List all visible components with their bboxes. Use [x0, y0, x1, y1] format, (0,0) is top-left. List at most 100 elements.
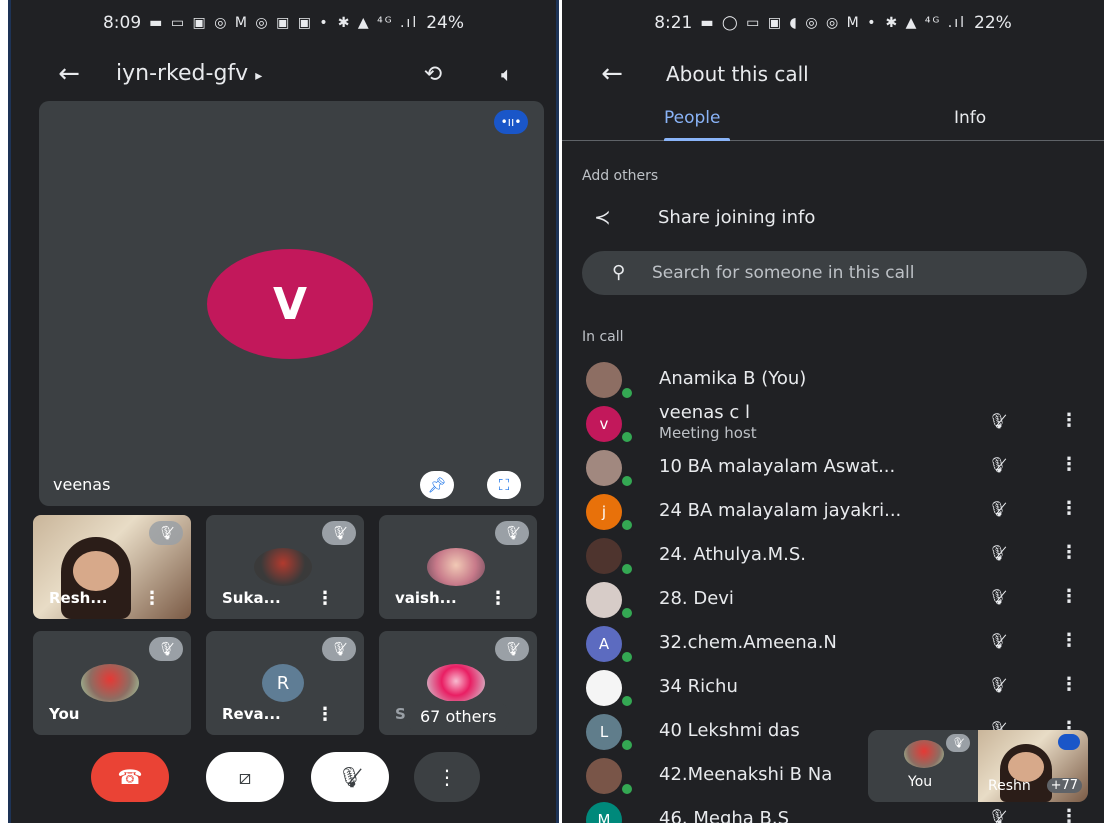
- more-options-button[interactable]: ⋮: [414, 752, 480, 802]
- avatar: V: [207, 249, 373, 359]
- mic-off-icon[interactable]: 🎙︎̸: [988, 588, 1007, 606]
- tile-label: Resh...: [49, 589, 108, 607]
- participant-row[interactable]: j 24 BA malayalam jayakri... 🎙︎̸ ⋮: [562, 490, 1104, 534]
- mic-off-icon[interactable]: 🎙︎̸: [988, 544, 1007, 562]
- signal-icons: ✱ ▲ ⁴ᴳ .ıl: [337, 15, 419, 31]
- participant-tile[interactable]: 🎙︎̸ vaish... ⋮: [379, 515, 537, 619]
- main-speaker-tile[interactable]: •ıı• V veenas 📌︎ ⛶: [39, 101, 544, 506]
- tile-label: vaish...: [395, 589, 457, 607]
- more-options-icon[interactable]: ⋮: [1060, 542, 1078, 563]
- share-joining-info-row[interactable]: ≺ Share joining info: [582, 203, 1084, 239]
- camera-toggle-button[interactable]: ⧄: [206, 752, 284, 802]
- avatar: [586, 670, 622, 706]
- back-arrow-icon[interactable]: ←: [592, 56, 632, 92]
- avatar: [81, 664, 139, 702]
- participant-name: Anamika B (You): [659, 368, 807, 389]
- battery-level: 22%: [974, 13, 1012, 33]
- tab-info[interactable]: Info: [954, 100, 986, 136]
- participant-name: 46. Megha B.S: [659, 808, 790, 823]
- avatar-letter: R: [276, 672, 290, 694]
- status-bar: 8:21 ▬ ◯ ▭ ▣ ◖ ◎ ◎ M • ✱ ▲ ⁴ᴳ .ıl 22%: [562, 0, 1104, 46]
- back-arrow-icon[interactable]: ←: [49, 54, 89, 94]
- avatar: M: [586, 802, 622, 823]
- pip-you-label: You: [908, 774, 933, 790]
- end-call-button[interactable]: ☎︎: [91, 752, 169, 802]
- speaker-icon[interactable]: 🔈︎: [487, 54, 527, 94]
- status-time: 8:09: [102, 13, 142, 33]
- meeting-screen: 8:09 ▬ ▭ ▣ ◎ M ◎ ▣ ▣ • ✱ ▲ ⁴ᴳ .ıl 24% ← …: [8, 0, 559, 823]
- avatar-letter: v: [599, 415, 609, 433]
- more-options-icon[interactable]: ⋮: [1060, 454, 1078, 475]
- avatar: [586, 582, 622, 618]
- pin-icon[interactable]: 📌︎: [420, 471, 454, 499]
- avatar-letter: M: [597, 811, 611, 823]
- participant-name: 28. Devi: [659, 588, 734, 609]
- online-status-icon: [620, 430, 634, 444]
- mic-off-icon[interactable]: 🎙︎̸: [988, 412, 1007, 430]
- tab-people[interactable]: People: [664, 100, 720, 136]
- page-title: About this call: [666, 62, 809, 86]
- participant-row[interactable]: 34 Richu 🎙︎̸ ⋮: [562, 666, 1104, 710]
- search-placeholder: Search for someone in this call: [652, 263, 915, 283]
- more-options-icon[interactable]: ⋮: [489, 588, 507, 609]
- mic-off-icon[interactable]: 🎙︎̸: [988, 808, 1007, 823]
- meeting-code[interactable]: iyn-rked-gfv ▸: [116, 54, 262, 96]
- more-options-icon[interactable]: ⋮: [316, 588, 334, 609]
- more-options-icon[interactable]: ⋮: [1060, 410, 1078, 431]
- mic-off-icon[interactable]: 🎙︎̸: [988, 456, 1007, 474]
- participant-row[interactable]: 24. Athulya.M.S. 🎙︎̸ ⋮: [562, 534, 1104, 578]
- mic-off-icon[interactable]: 🎙︎̸: [988, 500, 1007, 518]
- participant-search-input[interactable]: ⚲ Search for someone in this call: [582, 251, 1087, 295]
- mic-off-icon: 🎙︎̸: [322, 521, 356, 545]
- mic-off-icon: 🎙︎̸: [495, 637, 529, 661]
- participant-tile[interactable]: 🎙︎̸ Resh... ⋮: [33, 515, 191, 619]
- avatar: R: [262, 664, 304, 702]
- mic-off-icon[interactable]: 🎙︎̸: [988, 632, 1007, 650]
- avatar: [427, 664, 485, 702]
- more-options-icon[interactable]: ⋮: [1060, 806, 1078, 823]
- fullscreen-icon[interactable]: ⛶: [487, 471, 521, 499]
- switch-camera-icon[interactable]: ⟲: [413, 54, 453, 94]
- participant-tile[interactable]: 🎙︎̸ R Reva... ⋮: [206, 631, 364, 735]
- more-options-icon[interactable]: ⋮: [1060, 586, 1078, 607]
- participant-row[interactable]: v veenas c l Meeting host 🎙︎̸ ⋮: [562, 402, 1104, 446]
- avatar: A: [586, 626, 622, 662]
- mic-toggle-button[interactable]: 🎙︎̸: [311, 752, 389, 802]
- notification-icons: ▬ ◯ ▭ ▣ ◖ ◎ ◎ M •: [700, 15, 878, 31]
- self-view-pip[interactable]: 🎙︎̸ You Reshn +77: [868, 730, 1088, 802]
- avatar: [427, 548, 485, 586]
- participant-row[interactable]: Anamika B (You): [562, 358, 1104, 402]
- participant-tile[interactable]: 🎙︎̸ You: [33, 631, 191, 735]
- participant-row[interactable]: A 32.chem.Ameena.N 🎙︎̸ ⋮: [562, 622, 1104, 666]
- camera-off-icon: ⧄: [238, 765, 252, 789]
- online-status-icon: [620, 650, 634, 664]
- avatar: [904, 740, 944, 768]
- participant-name: 24. Athulya.M.S.: [659, 544, 807, 565]
- online-status-icon: [620, 518, 634, 532]
- share-icon: ≺: [594, 205, 611, 229]
- participant-name: 40 Lekshmi das: [659, 720, 800, 741]
- more-options-icon[interactable]: ⋮: [1060, 498, 1078, 519]
- participant-name: 24 BA malayalam jayakri...: [659, 500, 902, 521]
- participant-row[interactable]: 10 BA malayalam Aswat... 🎙︎̸ ⋮: [562, 446, 1104, 490]
- status-time: 8:21: [654, 13, 693, 33]
- participant-name: 32.chem.Ameena.N: [659, 632, 837, 653]
- participant-row[interactable]: 28. Devi 🎙︎̸ ⋮: [562, 578, 1104, 622]
- face-shape: [73, 551, 119, 591]
- tile-label: Reva...: [222, 705, 281, 723]
- more-options-icon[interactable]: ⋮: [1060, 674, 1078, 695]
- more-options-icon[interactable]: ⋮: [143, 588, 161, 609]
- online-status-icon: [620, 606, 634, 620]
- mic-off-icon[interactable]: 🎙︎̸: [988, 676, 1007, 694]
- others-count-pill[interactable]: 67 others: [406, 701, 511, 733]
- speaker-name: veenas: [53, 475, 111, 494]
- call-details-screen: 8:21 ▬ ◯ ▭ ▣ ◖ ◎ ◎ M • ✱ ▲ ⁴ᴳ .ıl 22% ← …: [562, 0, 1104, 823]
- more-options-icon[interactable]: ⋮: [316, 704, 334, 725]
- participant-role: Meeting host: [659, 424, 757, 442]
- online-status-icon: [620, 386, 634, 400]
- avatar-letter: L: [599, 723, 609, 741]
- chevron-right-icon: ▸: [255, 68, 263, 84]
- participant-tile[interactable]: 🎙︎̸ Suka... ⋮: [206, 515, 364, 619]
- avatar: [586, 758, 622, 794]
- more-options-icon[interactable]: ⋮: [1060, 630, 1078, 651]
